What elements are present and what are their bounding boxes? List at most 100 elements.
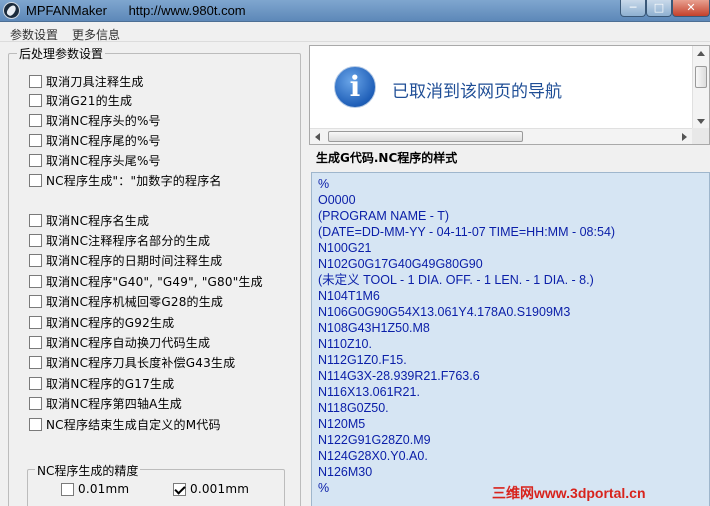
code-line: N118G0Z50. xyxy=(318,401,389,415)
option-label: 取消NC程序头尾%号 xyxy=(46,154,161,169)
checkbox[interactable] xyxy=(29,315,42,329)
option-left_group-options_a-5[interactable]: NC程序生成"："加数字的程序名 xyxy=(29,173,222,189)
scroll-down-icon[interactable] xyxy=(697,119,705,124)
code-line: N112G1Z0.F15. xyxy=(318,353,407,367)
navigation-canceled-message: 已取消到该网页的导航 xyxy=(392,82,562,102)
precision-option-0.001mm[interactable]: 0.001mm xyxy=(173,481,249,497)
option-left_group-options_b-1[interactable]: 取消NC注释程序名部分的生成 xyxy=(29,232,210,248)
checkbox[interactable] xyxy=(29,114,42,128)
option-label: 取消G21的生成 xyxy=(46,94,133,109)
option-left_group-options_a-4[interactable]: 取消NC程序头尾%号 xyxy=(29,153,161,169)
menu-bar: 参数设置 更多信息 xyxy=(0,22,710,42)
code-line: N108G43H1Z50.M8 xyxy=(318,321,430,335)
option-label: 取消NC程序的G92生成 xyxy=(46,315,175,330)
scroll-left-icon[interactable] xyxy=(315,133,320,141)
scroll-thumb[interactable] xyxy=(695,66,707,88)
option-left_group-options_b-4[interactable]: 取消NC程序机械回零G28的生成 xyxy=(29,294,223,310)
code-line: (未定义 TOOL - 1 DIA. OFF. - 1 LEN. - 1 DIA… xyxy=(318,273,594,287)
code-line: N106G0G90G54X13.061Y4.178A0.S1909M3 xyxy=(318,305,571,319)
checkbox[interactable] xyxy=(29,174,42,187)
checkbox-checked[interactable] xyxy=(173,482,186,496)
checkbox[interactable] xyxy=(29,274,42,288)
scroll-corner xyxy=(692,128,709,144)
precision-option-0.01mm[interactable]: 0.01mm xyxy=(61,481,129,497)
checkbox[interactable] xyxy=(29,74,42,88)
checkbox[interactable] xyxy=(29,417,42,431)
code-line: N122G91G28Z0.M9 xyxy=(318,433,431,447)
code-line: N110Z10. xyxy=(318,337,372,351)
option-left_group-options_b-7[interactable]: 取消NC程序刀具长度补偿G43生成 xyxy=(29,355,235,371)
option-label: 取消NC程序尾的%号 xyxy=(46,134,161,149)
option-label: 取消NC程序"G40", "G49", "G80"生成 xyxy=(46,274,263,289)
watermark: 三维网www.3dportal.cn xyxy=(492,485,646,501)
checkbox[interactable] xyxy=(29,134,42,148)
option-left_group-options_a-1[interactable]: 取消G21的生成 xyxy=(29,93,132,109)
checkbox[interactable] xyxy=(29,295,42,309)
checkbox[interactable] xyxy=(61,482,74,496)
window-url: http://www.980t.com xyxy=(128,3,246,18)
horizontal-scrollbar[interactable] xyxy=(310,128,693,144)
code-line: N114G3X-28.939R21.F763.6 xyxy=(318,369,480,383)
code-line: N116X13.061R21. xyxy=(318,385,420,399)
checkbox[interactable] xyxy=(29,397,42,411)
option-label: 取消NC程序刀具长度补偿G43生成 xyxy=(46,356,236,371)
code-line: O0000 xyxy=(318,193,356,207)
option-label: 取消NC程序头的%号 xyxy=(46,114,161,129)
option-left_group-options_b-6[interactable]: 取消NC程序自动换刀代码生成 xyxy=(29,334,210,350)
option-label: 取消NC注释程序名部分的生成 xyxy=(46,233,211,248)
option-label: 取消NC程序的日期时间注释生成 xyxy=(46,254,223,269)
option-left_group-options_b-5[interactable]: 取消NC程序的G92生成 xyxy=(29,314,174,330)
scroll-thumb-horizontal[interactable] xyxy=(328,131,523,142)
option-left_group-options_b-0[interactable]: 取消NC程序名生成 xyxy=(29,212,149,228)
option-label: NC程序结束生成自定义的M代码 xyxy=(46,417,221,432)
menu-more-info[interactable]: 更多信息 xyxy=(72,26,120,43)
option-left_group-options_b-10[interactable]: NC程序结束生成自定义的M代码 xyxy=(29,416,221,432)
code-line: N102G0G17G40G49G80G90 xyxy=(318,257,483,271)
vertical-scrollbar[interactable] xyxy=(692,46,709,130)
option-label: 取消NC程序第四轴A生成 xyxy=(46,397,182,412)
scroll-right-icon[interactable] xyxy=(682,133,687,141)
code-line: (DATE=DD-MM-YY - 04-11-07 TIME=HH:MM - 0… xyxy=(318,225,616,239)
option-label: 取消NC程序的G17生成 xyxy=(46,376,175,391)
option-left_group-options_a-3[interactable]: 取消NC程序尾的%号 xyxy=(29,133,161,149)
minimize-button[interactable]: ─ xyxy=(620,0,646,17)
option-left_group-options_a-2[interactable]: 取消NC程序头的%号 xyxy=(29,113,161,129)
checkbox[interactable] xyxy=(29,94,42,108)
checkbox[interactable] xyxy=(29,213,42,227)
option-label: 取消NC程序机械回零G28的生成 xyxy=(46,295,224,310)
option-label: 取消NC程序名生成 xyxy=(46,213,150,228)
option-left_group-options_b-9[interactable]: 取消NC程序第四轴A生成 xyxy=(29,396,182,412)
sample-title: 生成G代码.NC程序的样式 xyxy=(316,151,458,165)
code-line: % xyxy=(318,481,330,495)
code-line: N104T1M6 xyxy=(318,289,380,303)
nc-code-sample: % O0000 (PROGRAM NAME - T) (DATE=DD-MM-YY -… xyxy=(311,172,710,506)
checkbox[interactable] xyxy=(29,254,42,268)
code-line: N100G21 xyxy=(318,241,372,255)
postprocess-settings-legend: 后处理参数设置 xyxy=(17,45,106,62)
option-label: 取消NC程序自动换刀代码生成 xyxy=(46,335,211,350)
option-label: 取消刀具注释生成 xyxy=(46,74,144,89)
code-line: (PROGRAM NAME - T) xyxy=(318,209,450,223)
option-left_group-options_a-0[interactable]: 取消刀具注释生成 xyxy=(29,73,144,89)
app-logo-icon xyxy=(3,2,20,19)
checkbox[interactable] xyxy=(29,233,42,247)
checkbox[interactable] xyxy=(29,356,42,370)
checkbox[interactable] xyxy=(29,335,42,349)
title-bar: MPFANMaker http://www.980t.com ─ □ ✕ xyxy=(0,0,710,22)
menu-param-settings[interactable]: 参数设置 xyxy=(10,26,58,43)
option-label: NC程序生成"："加数字的程序名 xyxy=(46,174,222,188)
checkbox[interactable] xyxy=(29,154,42,168)
option-left_group-options_b-2[interactable]: 取消NC程序的日期时间注释生成 xyxy=(29,253,222,269)
option-left_group-options_b-8[interactable]: 取消NC程序的G17生成 xyxy=(29,375,174,391)
close-button[interactable]: ✕ xyxy=(672,0,710,17)
code-line: N126M30 xyxy=(318,465,373,479)
scroll-up-icon[interactable] xyxy=(697,51,705,56)
code-line: % xyxy=(318,177,330,191)
maximize-button[interactable]: □ xyxy=(646,0,672,17)
web-browser-pane[interactable]: i 已取消到该网页的导航 xyxy=(309,45,710,145)
info-icon: i xyxy=(334,66,376,108)
option-left_group-options_b-3[interactable]: 取消NC程序"G40", "G49", "G80"生成 xyxy=(29,273,263,289)
checkbox[interactable] xyxy=(29,376,42,390)
code-line: N120M5 xyxy=(318,417,366,431)
code-line: N124G28X0.Y0.A0. xyxy=(318,449,428,463)
